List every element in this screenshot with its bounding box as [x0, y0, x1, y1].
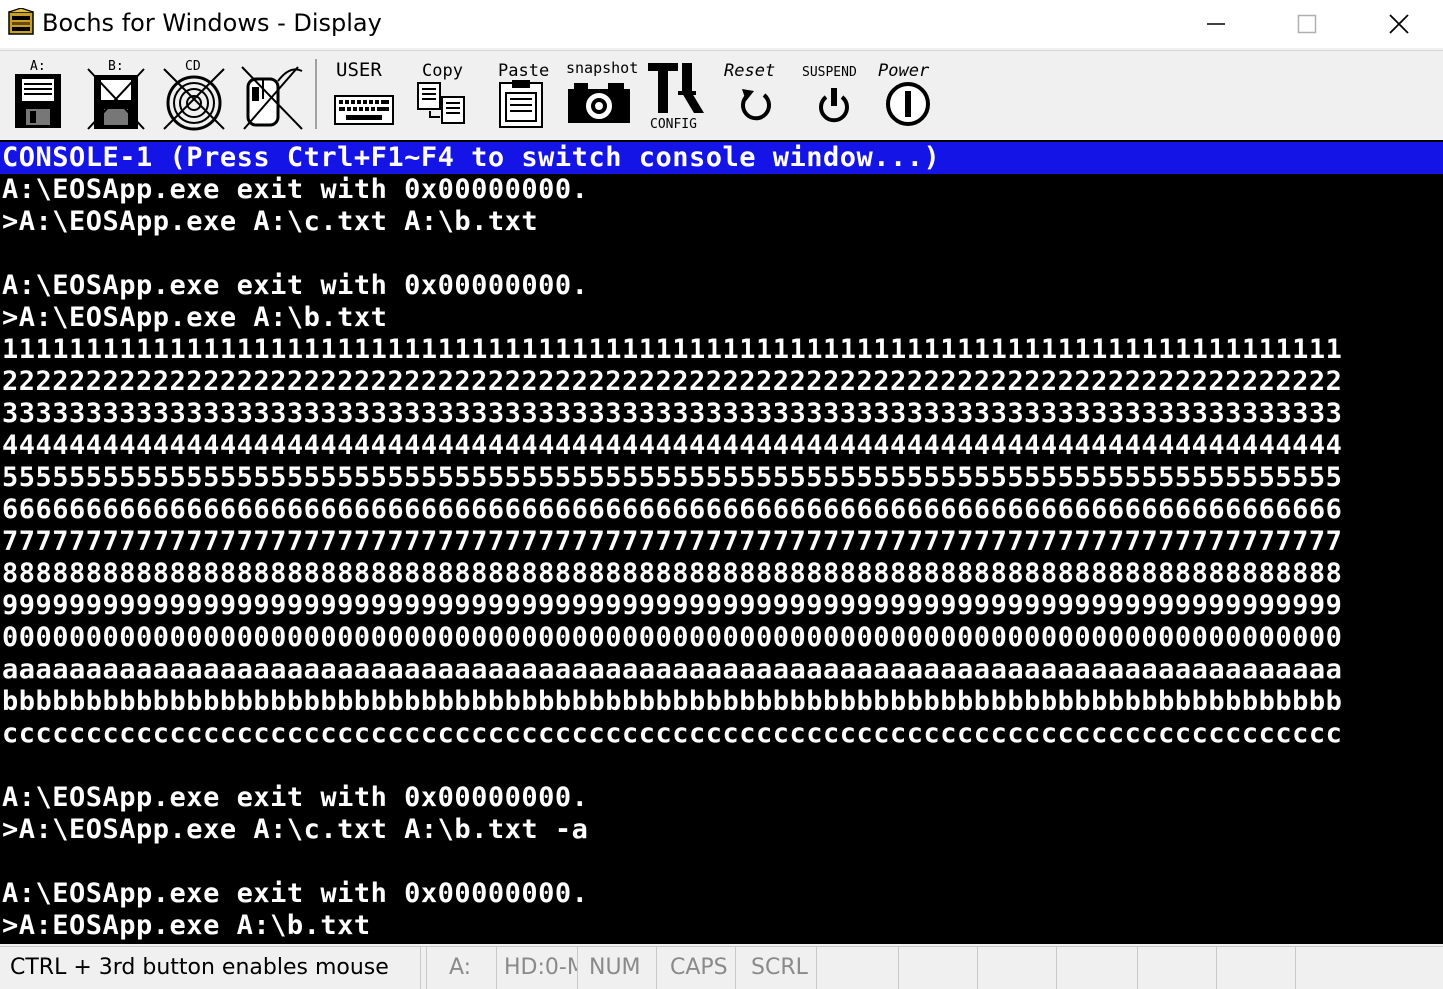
console-line: A:\EOSApp.exe exit with 0x00000000. [2, 174, 589, 205]
console-line: 1111111111111111111111111111111111111111… [2, 334, 1343, 365]
suspend-label: SUSPEND [802, 65, 857, 80]
maximize-icon [1297, 14, 1317, 34]
console-line: >A:\EOSApp.exe A:\c.txt A:\b.txt [2, 206, 539, 237]
paste-clipboard-icon [499, 80, 543, 128]
floppy-a-button[interactable]: A: [10, 57, 66, 133]
console-line: 0000000000000000000000000000000000000000… [2, 622, 1343, 653]
console-display[interactable]: CONSOLE-1 (Press Ctrl+F1~F4 to switch co… [0, 140, 1443, 944]
status-empty-cell [978, 947, 1057, 989]
console-header: CONSOLE-1 (Press Ctrl+F1~F4 to switch co… [0, 142, 1443, 174]
toolbar: A: B: CD USER Copy Paste snapshot CONFIG… [0, 50, 1443, 139]
suspend-button[interactable]: SUSPEND [798, 57, 870, 133]
cdrom-button[interactable]: CD [160, 57, 226, 133]
power-label: Power [878, 61, 930, 81]
console-line: 8888888888888888888888888888888888888888… [2, 558, 1343, 589]
close-icon [1389, 14, 1409, 34]
console-line: A:\EOSApp.exe exit with 0x00000000. [2, 270, 589, 301]
console-line: 9999999999999999999999999999999999999999… [2, 590, 1343, 621]
console-line: cccccccccccccccccccccccccccccccccccccccc… [2, 718, 1343, 749]
copy-button[interactable]: Copy [410, 57, 472, 133]
config-button[interactable]: CONFIG [644, 57, 710, 133]
floppy-b-button[interactable]: B: [84, 57, 146, 133]
mouse-capture-button[interactable] [238, 57, 304, 133]
console-line: 2222222222222222222222222222222222222222… [2, 366, 1343, 397]
status-empty-cell [899, 947, 978, 989]
console-line: >A:EOSApp.exe A:\b.txt [2, 910, 371, 941]
console-line: 6666666666666666666666666666666666666666… [2, 494, 1343, 525]
console-line: A:\EOSApp.exe exit with 0x00000000. [2, 878, 589, 909]
console-line: 4444444444444444444444444444444444444444… [2, 430, 1343, 461]
floppy-a-label: A: [30, 59, 46, 74]
console-header-text: CONSOLE-1 (Press Ctrl+F1~F4 to switch co… [2, 142, 941, 173]
keyboard-icon [334, 95, 394, 125]
copy-icon [417, 82, 465, 124]
snapshot-button[interactable]: snapshot [562, 57, 639, 133]
console-line: >A:\EOSApp.exe A:\c.txt A:\b.txt -a [2, 814, 589, 845]
toolbar-separator [315, 59, 317, 129]
console-line: aaaaaaaaaaaaaaaaaaaaaaaaaaaaaaaaaaaaaaaa… [2, 654, 1343, 685]
config-tools-icon [648, 63, 704, 113]
minimize-icon [1207, 23, 1225, 25]
paste-label: Paste [498, 61, 550, 81]
snapshot-label: snapshot [566, 59, 639, 77]
status-caps: CAPS [658, 947, 736, 989]
title-bar: Bochs for Windows - Display [0, 0, 1443, 48]
close-button[interactable] [1353, 0, 1443, 48]
suspend-icon [819, 88, 849, 123]
bochs-app-icon[interactable] [6, 8, 36, 38]
status-drive: A: [427, 947, 497, 989]
console-line: bbbbbbbbbbbbbbbbbbbbbbbbbbbbbbbbbbbbbbbb… [2, 686, 1343, 717]
console-line: A:\EOSApp.exe exit with 0x00000000. [2, 782, 589, 813]
cdrom-disabled-icon [163, 68, 225, 131]
console-line: 7777777777777777777777777777777777777777… [2, 526, 1343, 557]
status-scrl: SCRL [737, 947, 817, 989]
status-empty-cell [1217, 947, 1296, 989]
camera-icon [568, 83, 630, 123]
reset-button[interactable]: Reset [720, 57, 792, 133]
window-title: Bochs for Windows - Display [42, 9, 382, 37]
status-bar: CTRL + 3rd button enables mouse A: HD:0-… [0, 946, 1443, 989]
floppy-disk-icon [15, 74, 61, 128]
console-line: 5555555555555555555555555555555555555555… [2, 462, 1343, 493]
mouse-disabled-icon [241, 66, 303, 130]
maximize-button[interactable] [1261, 0, 1353, 48]
copy-label: Copy [422, 61, 463, 81]
floppy-disk-disabled-icon [87, 68, 145, 130]
power-icon [886, 82, 930, 126]
status-hd: HD:0-M [498, 947, 578, 989]
console-line: >A:\EOSApp.exe A:\b.txt [2, 302, 388, 333]
user-button[interactable]: USER [330, 57, 398, 133]
config-label: CONFIG [650, 117, 697, 132]
status-num: NUM [579, 947, 657, 989]
console-line: 3333333333333333333333333333333333333333… [2, 398, 1343, 429]
reset-label: Reset [724, 61, 776, 81]
status-empty-cell [818, 947, 899, 989]
minimize-button[interactable] [1170, 0, 1262, 48]
status-mouse-hint: CTRL + 3rd button enables mouse [0, 947, 421, 989]
status-empty-cell [1138, 947, 1217, 989]
power-button[interactable]: Power [874, 57, 946, 133]
paste-button[interactable]: Paste [490, 57, 552, 133]
reset-icon [741, 89, 771, 121]
status-empty-cell [1057, 947, 1138, 989]
user-label: USER [336, 59, 382, 81]
